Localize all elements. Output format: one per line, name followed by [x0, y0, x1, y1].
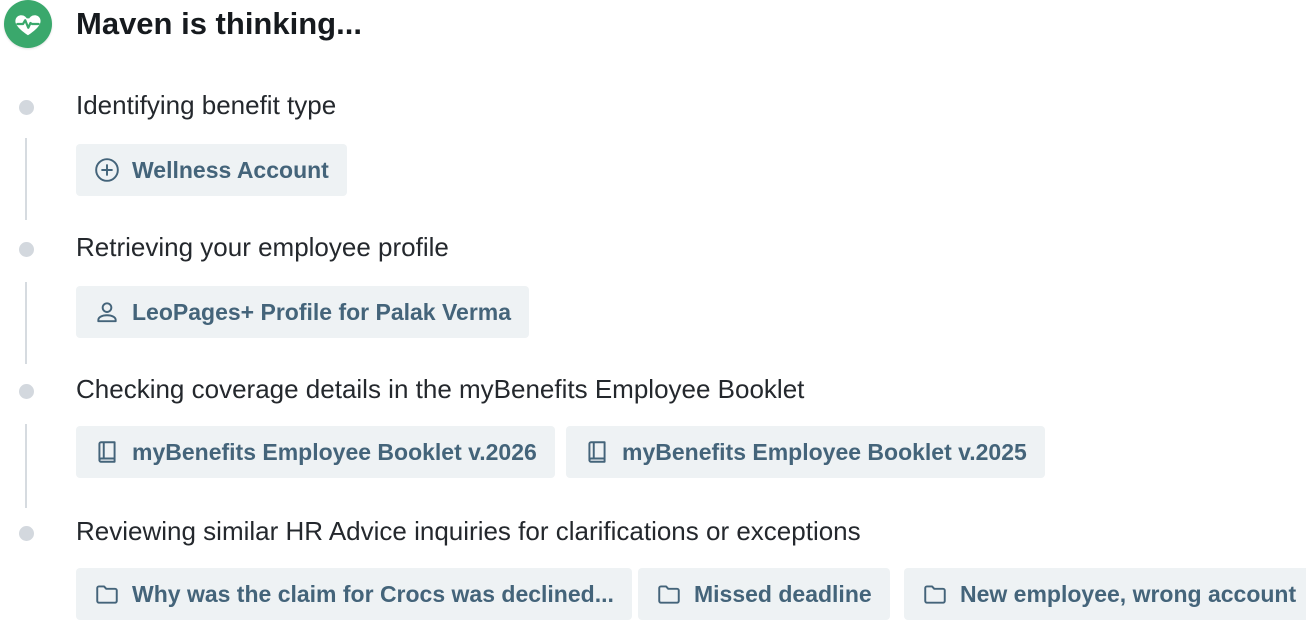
timeline-dot	[19, 384, 34, 399]
chip-label: New employee, wrong account	[960, 580, 1297, 607]
chip-employee-profile[interactable]: LeoPages+ Profile for Palak Verma	[76, 286, 530, 338]
chip-booklet-2026[interactable]: myBenefits Employee Booklet v.2026	[76, 426, 555, 478]
book-icon	[98, 441, 116, 463]
heart-pulse-icon	[15, 15, 41, 36]
step-label: Retrieving your employee profile	[76, 232, 449, 262]
timeline-dot	[19, 526, 34, 541]
chip-crocs-claim[interactable]: Why was the claim for Crocs was declined…	[76, 568, 632, 620]
book-icon	[588, 441, 606, 463]
chip-missed-deadline[interactable]: Missed deadline	[638, 568, 890, 620]
chip-wellness-account[interactable]: Wellness Account	[76, 144, 347, 196]
folder-icon	[658, 585, 680, 604]
chip-label: Why was the claim for Crocs was declined…	[132, 580, 614, 607]
step-label: Reviewing similar HR Advice inquiries fo…	[76, 516, 861, 546]
maven-logo	[4, 0, 52, 48]
timeline-connector	[25, 424, 27, 508]
step-label: Checking coverage details in the myBenef…	[76, 374, 805, 404]
chip-label: myBenefits Employee Booklet v.2026	[132, 438, 537, 465]
folder-icon	[924, 585, 946, 604]
chip-label: LeoPages+ Profile for Palak Verma	[132, 298, 512, 325]
timeline-connector	[25, 138, 27, 220]
plus-circle-icon	[95, 158, 119, 182]
chip-label: Missed deadline	[694, 580, 872, 607]
step-label: Identifying benefit type	[76, 90, 337, 120]
chip-wrong-account[interactable]: New employee, wrong account	[904, 568, 1306, 620]
timeline-dot	[19, 242, 34, 257]
chip-label: myBenefits Employee Booklet v.2025	[622, 438, 1027, 465]
timeline-connector	[25, 282, 27, 364]
folder-icon	[96, 585, 118, 604]
page-title: Maven is thinking...	[76, 6, 362, 41]
chip-booklet-2025[interactable]: myBenefits Employee Booklet v.2025	[566, 426, 1045, 478]
chip-label: Wellness Account	[132, 156, 329, 183]
user-icon	[97, 302, 117, 323]
timeline-dot	[19, 100, 34, 115]
